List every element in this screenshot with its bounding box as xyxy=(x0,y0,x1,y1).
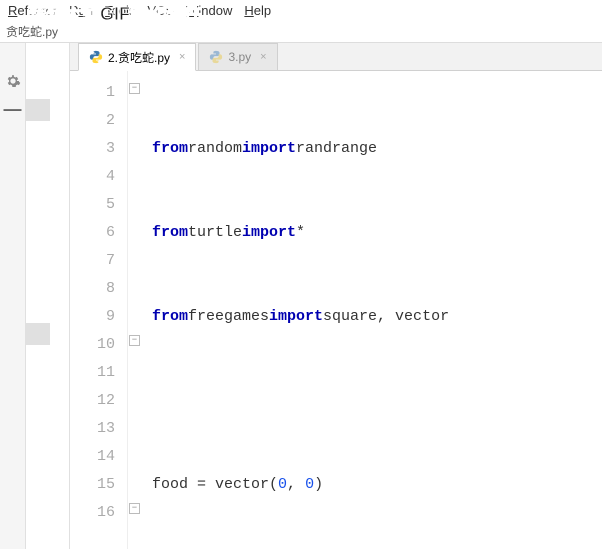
main-area: — 2.贪吃蛇.py × 3.py × 12345678910111213141… xyxy=(0,43,602,549)
editor-area: 2.贪吃蛇.py × 3.py × 1234567891011121314151… xyxy=(70,43,602,549)
tab-label: 2.贪吃蛇.py xyxy=(108,49,170,66)
fold-toggle[interactable]: − xyxy=(129,83,140,94)
breadcrumb[interactable]: 贪吃蛇.py xyxy=(0,21,602,43)
gear-icon[interactable] xyxy=(5,73,21,89)
fold-toggle[interactable]: − xyxy=(129,335,140,346)
menu-window[interactable]: Window xyxy=(186,3,232,18)
fold-column: − − − xyxy=(128,71,144,549)
close-icon[interactable]: × xyxy=(260,51,266,63)
rail-marker xyxy=(26,99,50,121)
tab-bar: 2.贪吃蛇.py × 3.py × xyxy=(70,43,602,71)
tab-file-2[interactable]: 3.py × xyxy=(198,43,277,70)
code-line: from turtle import * xyxy=(152,219,602,247)
code-line: from random import randrange xyxy=(152,135,602,163)
close-icon[interactable]: × xyxy=(179,51,185,63)
collapse-icon[interactable]: — xyxy=(4,99,22,120)
menu-bar: Refactor Run Tools VCS Window Help xyxy=(0,0,602,21)
rail-marker xyxy=(26,323,50,345)
code-area: 12345678910111213141516 − − − from rando… xyxy=(70,71,602,549)
tool-column: — xyxy=(0,43,26,549)
menu-run[interactable]: Run xyxy=(69,3,93,18)
left-rail xyxy=(26,43,70,549)
python-icon xyxy=(209,50,223,64)
menu-tools[interactable]: Tools xyxy=(105,3,135,18)
tab-label: 3.py xyxy=(228,50,251,64)
line-gutter: 12345678910111213141516 xyxy=(70,71,128,549)
code-line: food = vector(0, 0) xyxy=(152,471,602,499)
menu-help[interactable]: Help xyxy=(244,3,271,18)
menu-refactor[interactable]: Refactor xyxy=(8,3,57,18)
fold-toggle[interactable]: − xyxy=(129,503,140,514)
tab-file-1[interactable]: 2.贪吃蛇.py × xyxy=(78,43,196,71)
code-body[interactable]: from random import randrange from turtle… xyxy=(144,71,602,549)
code-line: from freegames import square, vector xyxy=(152,303,602,331)
code-line xyxy=(152,387,602,415)
menu-vcs[interactable]: VCS xyxy=(147,3,174,18)
python-icon xyxy=(89,50,103,64)
